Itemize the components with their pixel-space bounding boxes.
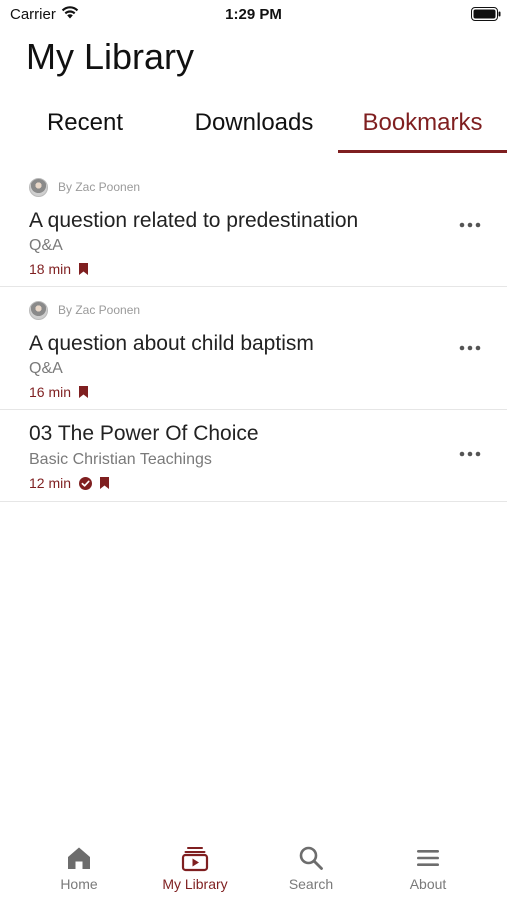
more-options-icon[interactable] — [459, 451, 481, 457]
bookmark-icon — [79, 386, 89, 398]
list-item[interactable]: By Zac Poonen A question related to pred… — [0, 164, 507, 287]
tab-bar-home[interactable]: Home — [21, 836, 137, 896]
item-meta: 18 min — [29, 261, 89, 277]
more-options-icon[interactable] — [459, 222, 481, 228]
item-subtitle: Basic Christian Teachings — [29, 451, 212, 468]
active-tab-indicator — [338, 150, 507, 153]
status-time: 1:29 PM — [225, 6, 282, 23]
item-meta: 16 min — [29, 384, 89, 400]
bookmarks-list: By Zac Poonen A question related to pred… — [0, 164, 507, 502]
status-bar: Carrier 1:29 PM — [0, 0, 507, 30]
menu-icon — [417, 850, 439, 866]
tab-downloads[interactable]: Downloads — [170, 106, 338, 154]
home-icon — [68, 847, 90, 869]
tab-bar-label: About — [409, 876, 447, 892]
item-duration: 16 min — [29, 384, 72, 400]
author-name: By Zac Poonen — [58, 180, 141, 194]
avatar — [29, 177, 48, 197]
tab-recent[interactable]: Recent — [0, 106, 170, 154]
item-subtitle: Q&A — [29, 360, 63, 377]
avatar — [29, 300, 48, 320]
bookmark-icon — [79, 263, 89, 275]
list-item[interactable]: By Zac Poonen A question about child bap… — [0, 287, 507, 410]
downloaded-check-icon — [79, 476, 93, 490]
item-title: A question about child baptism — [29, 332, 314, 355]
author-name: By Zac Poonen — [58, 303, 141, 317]
item-title: A question related to predestination — [29, 209, 359, 232]
tab-bookmarks[interactable]: Bookmarks — [338, 106, 507, 154]
battery-icon — [471, 7, 501, 21]
item-meta: 12 min — [29, 475, 110, 491]
page-title: My Library — [26, 36, 195, 77]
tab-bar-about[interactable]: About — [370, 836, 486, 896]
item-duration: 18 min — [29, 261, 72, 277]
item-title: 03 The Power Of Choice — [29, 422, 259, 445]
tab-bar-my-library[interactable]: My Library — [137, 836, 253, 896]
more-options-icon[interactable] — [459, 345, 481, 351]
library-tabs: Recent Downloads Bookmarks — [0, 100, 507, 154]
bottom-tab-bar: Home My Library Search About — [0, 836, 507, 900]
list-item[interactable]: 03 The Power Of Choice Basic Christian T… — [0, 410, 507, 502]
item-subtitle: Q&A — [29, 237, 63, 254]
author-row: By Zac Poonen — [29, 300, 140, 320]
bookmark-icon — [100, 477, 110, 489]
tab-bar-label: My Library — [162, 876, 228, 892]
tab-bar-label: Home — [60, 876, 98, 892]
tab-bar-search[interactable]: Search — [253, 836, 369, 896]
item-duration: 12 min — [29, 475, 72, 491]
search-icon — [299, 846, 323, 870]
author-row: By Zac Poonen — [29, 177, 140, 197]
library-icon — [181, 847, 209, 872]
tab-bar-label: Search — [288, 876, 334, 892]
